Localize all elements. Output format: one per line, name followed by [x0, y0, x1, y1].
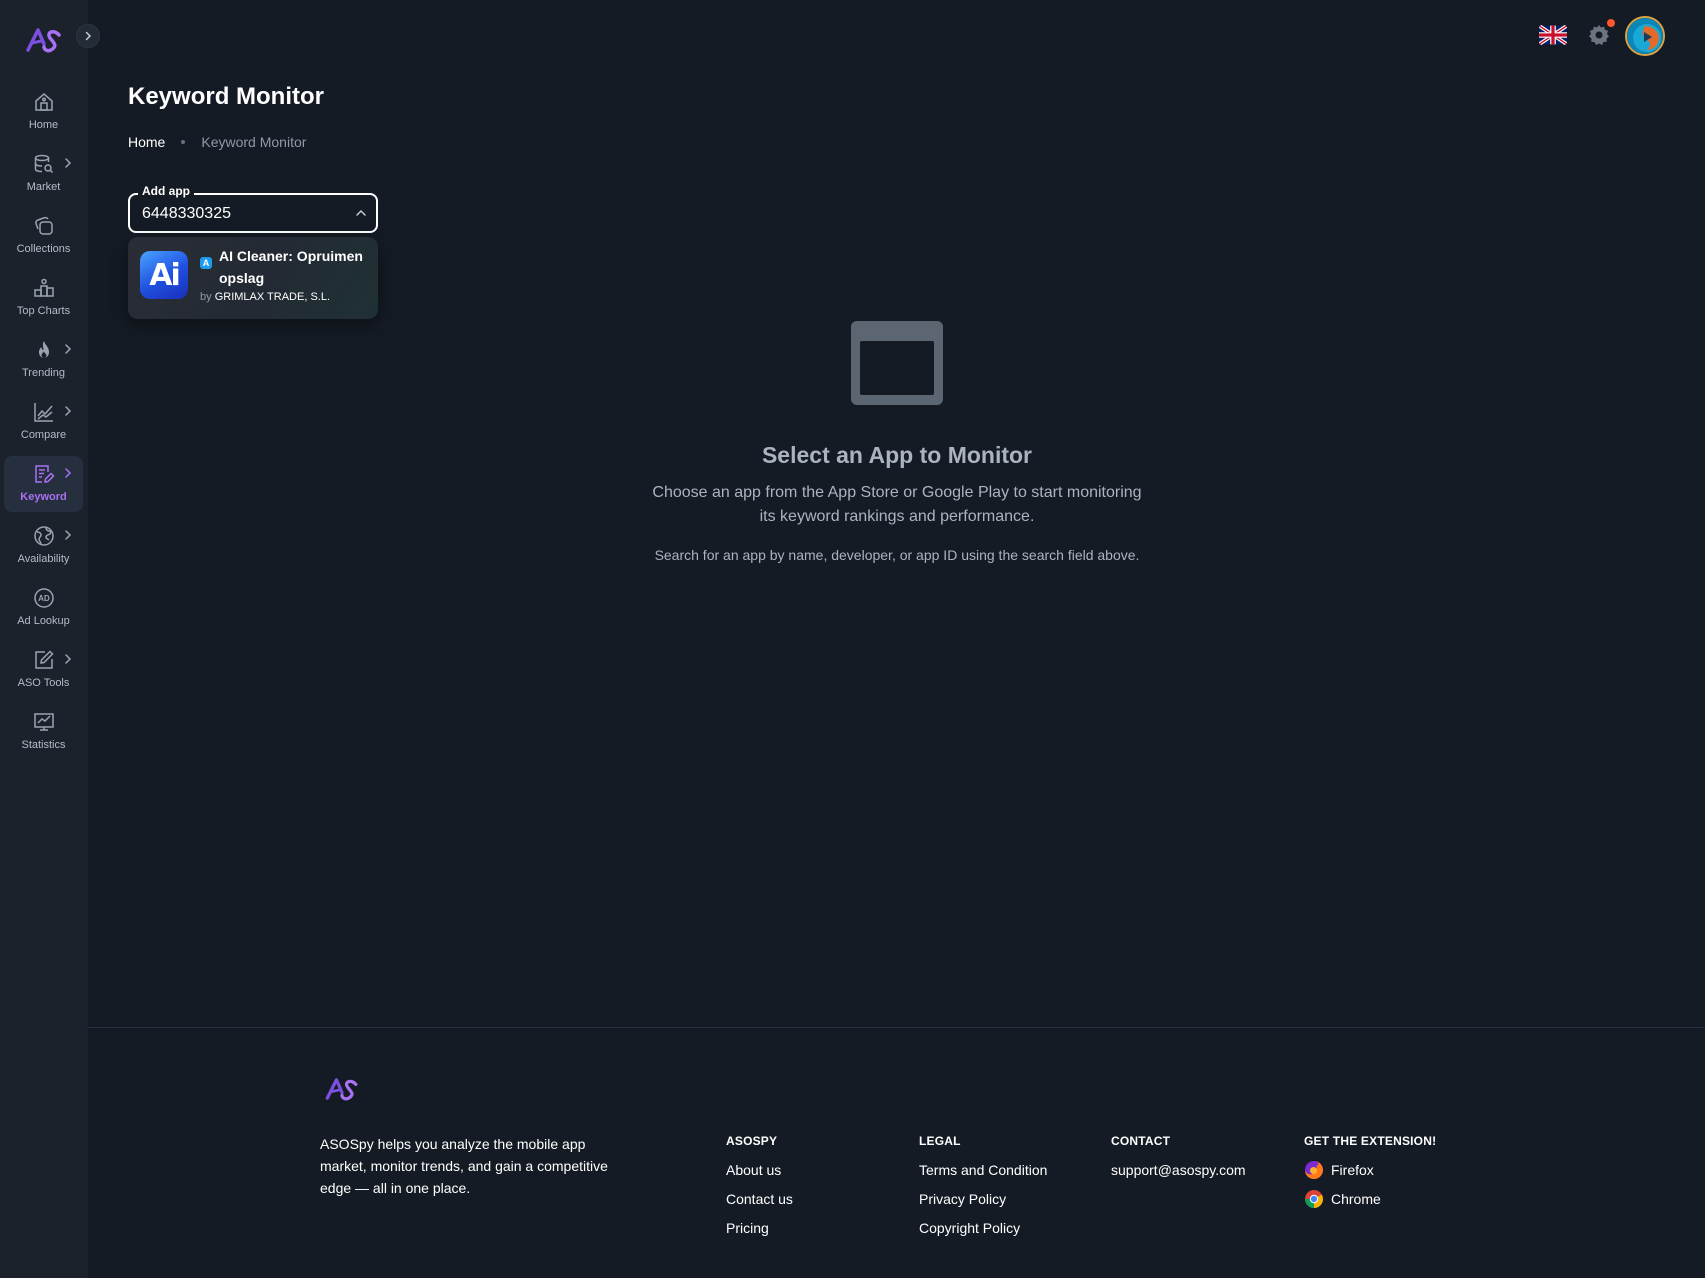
sidebar-item-label: Trending	[21, 367, 65, 379]
footer-column-title: ASOSPY	[726, 1134, 778, 1148]
footer-column-title: LEGAL	[919, 1134, 961, 1148]
footer-link-chrome[interactable]: Chrome	[1304, 1190, 1436, 1208]
sidebar-item-compare[interactable]: Compare	[4, 394, 83, 450]
sidebar-item-label: Collections	[16, 243, 71, 255]
footer-column-title: GET THE EXTENSION!	[1304, 1134, 1437, 1148]
sidebar-item-market[interactable]: Market	[4, 146, 83, 202]
footer-link-about-us[interactable]: About us	[726, 1161, 793, 1179]
sidebar-item-label: Market	[26, 181, 61, 193]
add-app-input[interactable]: Add app 6448330325	[128, 184, 378, 233]
podium-icon	[32, 276, 56, 300]
home-icon	[32, 90, 56, 114]
footer-link-support-email[interactable]: support@asospy.com	[1111, 1161, 1246, 1179]
empty-state-description: Choose an app from the App Store or Goog…	[652, 484, 1142, 525]
footer-link-copyright[interactable]: Copyright Policy	[919, 1219, 1047, 1237]
notification-dot	[1607, 19, 1615, 27]
asospy-logo[interactable]	[325, 1077, 359, 1101]
sidebar-item-statistics[interactable]: Statistics	[4, 704, 83, 760]
chevron-right-icon	[65, 468, 72, 478]
sidebar-item-ad-lookup[interactable]: AD Ad Lookup	[4, 580, 83, 636]
empty-state-title: Select an App to Monitor	[761, 442, 1033, 468]
sidebar-item-label: Keyword	[20, 491, 67, 503]
uk-flag-icon[interactable]	[1539, 25, 1567, 45]
breadcrumb: Home Keyword Monitor	[128, 134, 306, 150]
gear-icon[interactable]	[1587, 23, 1611, 47]
sidebar-toggle-button[interactable]	[76, 24, 100, 48]
sidebar-item-aso-tools[interactable]: ASO Tools	[4, 642, 83, 698]
empty-state-hint: Search for an app by name, developer, or…	[654, 547, 1140, 563]
sidebar-item-label: Top Charts	[16, 305, 71, 317]
chevron-right-icon	[65, 158, 72, 168]
footer-column-asospy: ASOSPY About us Contact us Pricing	[726, 1134, 793, 1248]
database-search-icon	[32, 152, 56, 176]
add-app-value[interactable]: 6448330325	[142, 205, 231, 223]
chevron-right-icon	[65, 344, 72, 354]
chevron-up-icon[interactable]	[354, 206, 368, 220]
collections-icon	[32, 214, 56, 238]
chevron-right-icon	[65, 406, 72, 416]
sidebar-item-keyword[interactable]: Keyword	[4, 456, 83, 512]
footer-column-title: CONTACT	[1111, 1134, 1171, 1148]
sidebar-item-label: ASO Tools	[17, 677, 70, 689]
chevron-right-icon	[65, 654, 72, 664]
page-title: Keyword Monitor	[128, 83, 324, 110]
app-store-icon: A	[200, 257, 212, 269]
avatar[interactable]	[1625, 16, 1665, 56]
app-search-dropdown: Ai A AI Cleaner: Opruimen opslag by GRIM…	[128, 237, 378, 319]
footer-column-extension: GET THE EXTENSION! Firefox Chrome	[1304, 1134, 1436, 1219]
footer-column-contact: CONTACT support@asospy.com	[1111, 1134, 1246, 1190]
sidebar-item-collections[interactable]: Collections	[4, 208, 83, 264]
keyword-edit-icon	[32, 462, 56, 486]
footer-link-pricing[interactable]: Pricing	[726, 1219, 793, 1237]
sidebar-item-label: Ad Lookup	[17, 615, 70, 627]
empty-window-icon	[851, 321, 943, 405]
sidebar-item-trending[interactable]: Trending	[4, 332, 83, 388]
footer-column-legal: LEGAL Terms and Condition Privacy Policy…	[919, 1134, 1047, 1248]
chrome-icon	[1305, 1190, 1323, 1208]
footer-link-privacy[interactable]: Privacy Policy	[919, 1190, 1047, 1208]
app-developer: by GRIMLAX TRADE, S.L.	[200, 291, 331, 303]
footer-link-terms[interactable]: Terms and Condition	[919, 1161, 1047, 1179]
footer-link-firefox[interactable]: Firefox	[1304, 1161, 1436, 1179]
sidebar-item-top-charts[interactable]: Top Charts	[4, 270, 83, 326]
line-chart-icon	[32, 400, 56, 424]
footer-link-contact-us[interactable]: Contact us	[726, 1190, 793, 1208]
breadcrumb-separator	[181, 140, 186, 144]
sidebar-item-availability[interactable]: Availability	[4, 518, 83, 574]
ad-icon: AD	[32, 586, 56, 610]
flame-icon	[32, 338, 56, 362]
sidebar: Home Market Collections Top Charts Trend…	[0, 0, 100, 1278]
sidebar-item-label: Availability	[17, 553, 70, 565]
asospy-logo[interactable]	[26, 27, 62, 53]
sidebar-item-label: Compare	[20, 429, 67, 441]
sidebar-item-home[interactable]: Home	[4, 84, 83, 140]
globe-icon	[32, 524, 56, 548]
app-name: AI Cleaner: Opruimen opslag	[219, 248, 363, 286]
footer-about-text: ASOSpy helps you analyze the mobile app …	[320, 1136, 608, 1196]
breadcrumb-home-link[interactable]: Home	[128, 134, 165, 150]
firefox-icon	[1305, 1161, 1323, 1179]
chevron-right-icon	[65, 530, 72, 540]
edit-square-icon	[32, 648, 56, 672]
chevron-right-icon	[85, 31, 92, 41]
sidebar-item-label: Statistics	[21, 739, 66, 751]
statistics-monitor-icon	[32, 710, 56, 734]
add-app-label: Add app	[138, 184, 194, 198]
breadcrumb-current: Keyword Monitor	[201, 134, 307, 150]
sidebar-item-label: Home	[28, 119, 59, 131]
app-result-option[interactable]: Ai A AI Cleaner: Opruimen opslag by GRIM…	[128, 237, 378, 319]
svg-text:AD: AD	[38, 594, 50, 603]
footer-divider	[88, 1027, 1705, 1028]
app-icon: Ai	[140, 251, 188, 299]
